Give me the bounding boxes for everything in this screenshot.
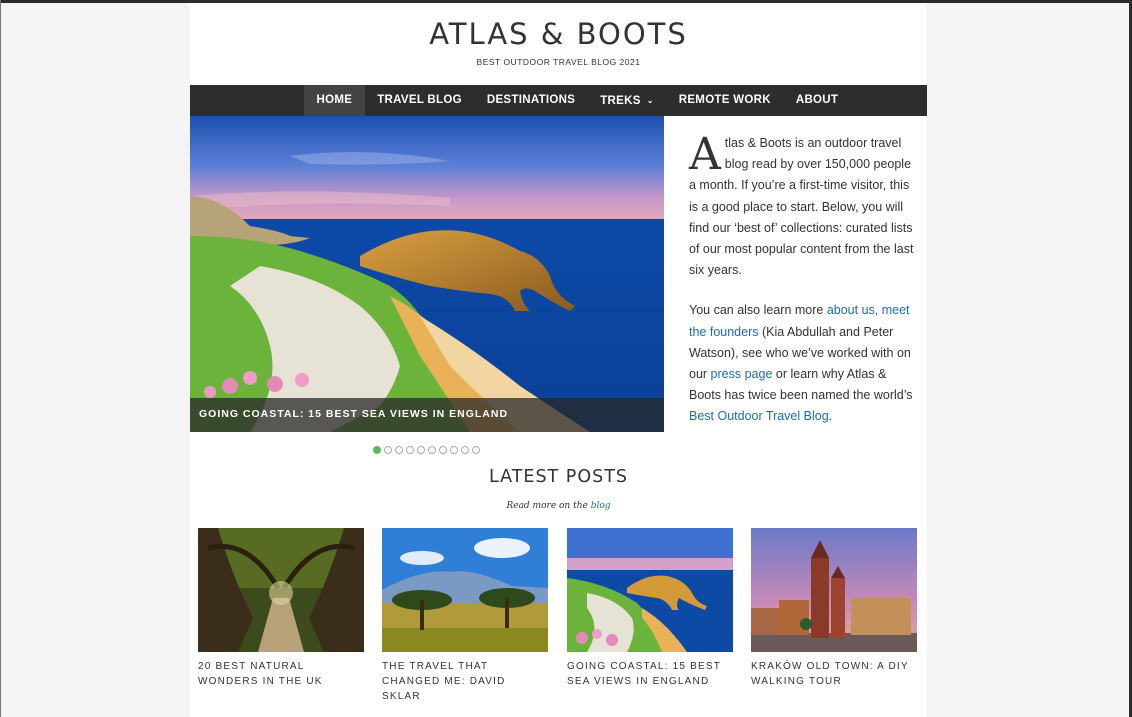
nav-label: HOME (316, 94, 353, 106)
chevron-down-icon: ⌄ (646, 96, 654, 105)
hero-image (190, 116, 664, 432)
read-more-line: Read more on the blog (190, 501, 927, 511)
site-title[interactable]: ATLAS & BOOTS (190, 16, 927, 52)
dropcap: A (689, 129, 721, 180)
post-thumbnail[interactable] (567, 528, 733, 652)
hero-caption-text[interactable]: GOING COASTAL: 15 BEST SEA VIEWS IN ENGL… (199, 408, 508, 420)
post-title[interactable]: KRAKÓW OLD TOWN: A DIY WALKING TOUR (751, 659, 917, 689)
slider-dot[interactable] (417, 446, 425, 454)
slider-dot[interactable] (439, 446, 447, 454)
page-container: ATLAS & BOOTS BEST OUTDOOR TRAVEL BLOG 2… (190, 3, 927, 717)
intro-p2-text-a: You can also learn more (689, 303, 827, 318)
intro-paragraph-2: You can also learn more about us, meet t… (689, 300, 919, 427)
post-card[interactable]: KRAKÓW OLD TOWN: A DIY WALKING TOUR (751, 528, 917, 689)
latest-posts-grid: 20 BEST NATURAL WONDERS IN THE UK THE TR… (198, 528, 920, 702)
latest-posts-heading: LATEST POSTS (488, 467, 629, 487)
nav-item-about[interactable]: ABOUT (783, 85, 850, 116)
post-card[interactable]: THE TRAVEL THAT CHANGED ME: DAVID SKLAR (382, 528, 548, 704)
nav-item-treks[interactable]: TREKS ⌄ (588, 85, 667, 116)
blog-link[interactable]: blog (591, 501, 611, 511)
post-thumbnail[interactable] (382, 528, 548, 652)
slider-dot[interactable] (406, 446, 414, 454)
slider-dot[interactable] (461, 446, 469, 454)
intro-p1-text: tlas & Boots is an outdoor travel blog r… (689, 136, 914, 278)
press-page-link[interactable]: press page (711, 367, 773, 381)
nav-label: ABOUT (795, 94, 839, 106)
main-nav: HOME TRAVEL BLOG DESTINATIONS TREKS ⌄ REM… (190, 85, 927, 116)
nav-label: DESTINATIONS (486, 94, 576, 106)
post-title[interactable]: 20 BEST NATURAL WONDERS IN THE UK (198, 659, 364, 689)
hero-caption: GOING COASTAL: 15 BEST SEA VIEWS IN ENGL… (190, 398, 664, 432)
intro-paragraph-1: Atlas & Boots is an outdoor travel blog … (689, 133, 919, 281)
slider-dot[interactable] (395, 446, 403, 454)
intro-text: Atlas & Boots is an outdoor travel blog … (689, 133, 919, 447)
slider-dots (373, 446, 480, 454)
hero-slider[interactable]: GOING COASTAL: 15 BEST SEA VIEWS IN ENGL… (190, 116, 664, 432)
window-frame-left (0, 0, 1, 717)
slider-dot[interactable] (373, 446, 381, 454)
nav-item-destinations[interactable]: DESTINATIONS (474, 85, 587, 116)
best-outdoor-travel-blog-link[interactable]: Best Outdoor Travel Blog (689, 409, 829, 423)
post-thumbnail[interactable] (198, 528, 364, 652)
slider-dot[interactable] (428, 446, 436, 454)
nav-item-remote-work[interactable]: REMOTE WORK (666, 85, 783, 116)
post-card[interactable]: GOING COASTAL: 15 BEST SEA VIEWS IN ENGL… (567, 528, 733, 689)
post-card[interactable]: 20 BEST NATURAL WONDERS IN THE UK (198, 528, 364, 689)
nav-label: TRAVEL BLOG (377, 94, 462, 106)
post-title[interactable]: GOING COASTAL: 15 BEST SEA VIEWS IN ENGL… (567, 659, 733, 689)
nav-label: TREKS (600, 95, 641, 107)
read-more-prefix: Read more on the (506, 501, 591, 511)
post-title[interactable]: THE TRAVEL THAT CHANGED ME: DAVID SKLAR (382, 659, 548, 704)
slider-dot[interactable] (450, 446, 458, 454)
post-thumbnail[interactable] (751, 528, 917, 652)
slider-dot[interactable] (384, 446, 392, 454)
site-tagline: BEST OUTDOOR TRAVEL BLOG 2021 (476, 57, 641, 67)
intro-p2-text-d: . (828, 409, 833, 424)
nav-item-home[interactable]: HOME (304, 85, 365, 116)
nav-item-travel-blog[interactable]: TRAVEL BLOG (365, 85, 475, 116)
nav-label: REMOTE WORK (678, 94, 771, 106)
slider-dot[interactable] (472, 446, 480, 454)
